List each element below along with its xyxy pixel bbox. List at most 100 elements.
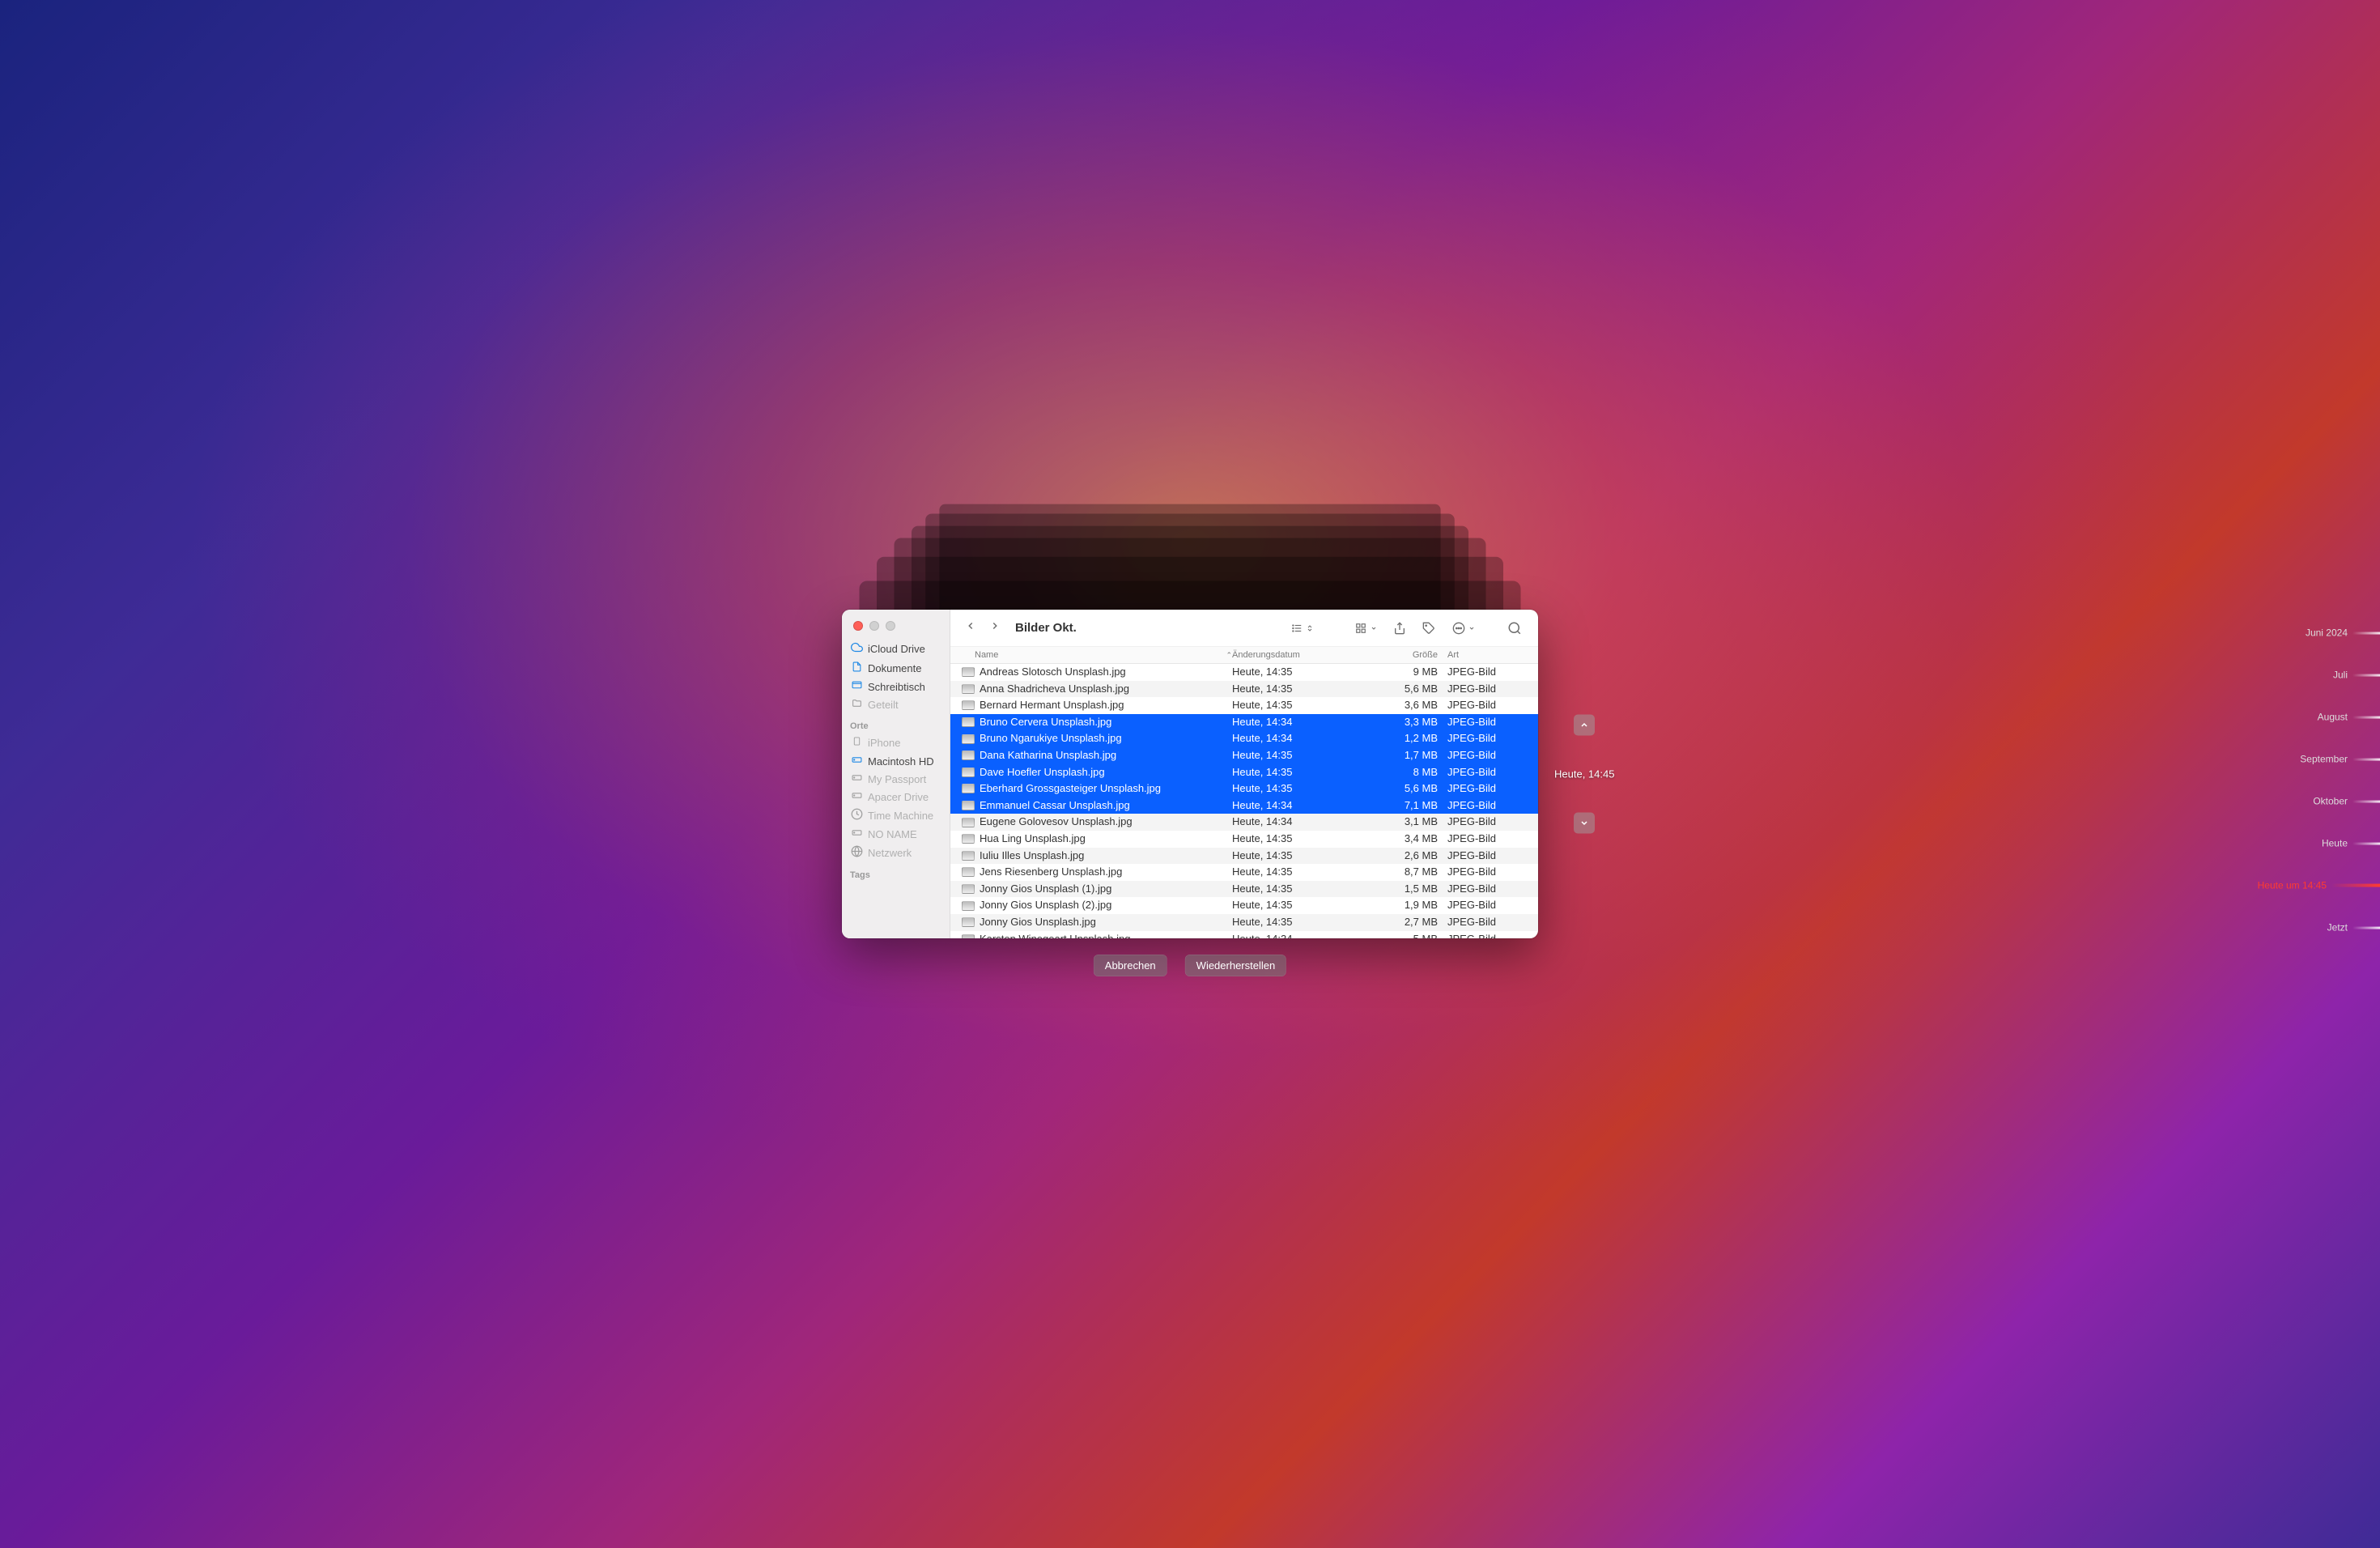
column-header-name[interactable]: Name ⌃ — [975, 650, 1232, 660]
file-modified: Heute, 14:34 — [1232, 731, 1370, 746]
group-button[interactable] — [1349, 623, 1382, 634]
timeline-tick-icon — [2352, 674, 2380, 676]
forward-button[interactable] — [986, 620, 1004, 636]
file-row[interactable]: Jens Riesenberg Unsplash.jpgHeute, 14:35… — [950, 864, 1538, 881]
sidebar-item-schreibtisch[interactable]: Schreibtisch — [842, 678, 950, 695]
file-size: 1,2 MB — [1370, 731, 1443, 746]
timeline-tick-icon — [2352, 842, 2380, 844]
sidebar-item-label: Dokumente — [868, 662, 921, 674]
file-row[interactable]: Jonny Gios Unsplash (1).jpgHeute, 14:351… — [950, 881, 1538, 898]
file-modified: Heute, 14:35 — [1232, 831, 1370, 847]
file-kind: JPEG-Bild — [1443, 915, 1532, 930]
timeline-item[interactable]: Jetzt — [2327, 922, 2380, 933]
sidebar-item-geteilt: Geteilt — [842, 695, 950, 713]
file-name: Andreas Slotosch Unsplash.jpg — [980, 665, 1126, 680]
ext-icon — [850, 827, 863, 840]
timeline-label: Juli — [2333, 670, 2348, 681]
view-mode-button[interactable] — [1285, 623, 1318, 634]
file-name: Jens Riesenberg Unsplash.jpg — [980, 865, 1122, 880]
close-window-button[interactable] — [853, 621, 863, 631]
column-header-size[interactable]: Größe — [1370, 650, 1443, 660]
snapshot-next-button[interactable] — [1574, 813, 1595, 834]
file-row[interactable]: Iuliu Illes Unsplash.jpgHeute, 14:352,6 … — [950, 848, 1538, 865]
file-row[interactable]: Dana Katharina Unsplash.jpgHeute, 14:351… — [950, 747, 1538, 764]
ext-icon — [850, 772, 863, 785]
sidebar-item-label: iCloud Drive — [868, 643, 925, 655]
file-row[interactable]: Emmanuel Cassar Unsplash.jpgHeute, 14:34… — [950, 797, 1538, 814]
timeline-tick-icon — [2352, 632, 2380, 634]
tags-button[interactable] — [1417, 622, 1440, 635]
shared-icon — [850, 698, 863, 711]
ext-icon — [850, 790, 863, 803]
file-row[interactable]: Bruno Cervera Unsplash.jpgHeute, 14:343,… — [950, 714, 1538, 731]
file-row[interactable]: Dave Hoefler Unsplash.jpgHeute, 14:358 M… — [950, 764, 1538, 781]
file-row[interactable]: Hua Ling Unsplash.jpgHeute, 14:353,4 MBJ… — [950, 831, 1538, 848]
minimize-window-button[interactable] — [869, 621, 879, 631]
file-name: Karsten Winegeart Unsplash.jpg — [980, 932, 1130, 939]
file-name: Dave Hoefler Unsplash.jpg — [980, 765, 1105, 780]
file-size: 1,5 MB — [1370, 882, 1443, 897]
timeline-label: August — [2318, 712, 2348, 723]
file-name: Eberhard Grossgasteiger Unsplash.jpg — [980, 781, 1161, 797]
column-header-modified[interactable]: Änderungsdatum — [1232, 650, 1370, 660]
file-row[interactable]: Anna Shadricheva Unsplash.jpgHeute, 14:3… — [950, 681, 1538, 698]
timeline[interactable]: Juni 2024 Juli August September Oktober Heute… — [2258, 627, 2380, 933]
file-name: Anna Shadricheva Unsplash.jpg — [980, 682, 1129, 697]
sidebar-item-label: Geteilt — [868, 699, 899, 711]
file-row[interactable]: Bernard Hermant Unsplash.jpgHeute, 14:35… — [950, 697, 1538, 714]
snapshot-current-label: Heute, 14:45 — [1554, 768, 1614, 780]
timeline-item[interactable]: Juli — [2333, 670, 2380, 681]
file-modified: Heute, 14:35 — [1232, 748, 1370, 763]
sidebar-location-macintosh-hd[interactable]: Macintosh HD — [842, 752, 950, 770]
file-row[interactable]: Bruno Ngarukiye Unsplash.jpgHeute, 14:34… — [950, 730, 1538, 747]
actions-button[interactable] — [1447, 622, 1480, 635]
phone-icon — [850, 735, 863, 750]
file-kind: JPEG-Bild — [1443, 765, 1532, 780]
file-list[interactable]: Andreas Slotosch Unsplash.jpg Heute, 14:3… — [950, 664, 1538, 938]
column-header-kind[interactable]: Art — [1443, 650, 1532, 660]
file-row[interactable]: Eberhard Grossgasteiger Unsplash.jpg Heut… — [950, 780, 1538, 797]
main-content: Bilder Okt. — [950, 610, 1538, 938]
sidebar-item-label: Apacer Drive — [868, 791, 929, 803]
share-button[interactable] — [1388, 622, 1411, 635]
file-thumb-icon — [962, 801, 975, 810]
timeline-item[interactable]: August — [2318, 712, 2380, 723]
timeline-item[interactable]: Oktober — [2313, 796, 2380, 807]
file-size: 5,6 MB — [1370, 682, 1443, 697]
sidebar-item-dokumente[interactable]: Dokumente — [842, 658, 950, 678]
timeline-item[interactable]: Juni 2024 — [2306, 627, 2380, 639]
timeline-item[interactable]: Heute um 14:45 — [2258, 880, 2380, 891]
file-thumb-icon — [962, 684, 975, 694]
snapshot-prev-button[interactable] — [1574, 715, 1595, 736]
cancel-button[interactable]: Abbrechen — [1094, 955, 1167, 976]
timeline-item[interactable]: Heute — [2322, 838, 2380, 849]
timeline-label: September — [2300, 754, 2348, 765]
timeline-item[interactable]: September — [2300, 754, 2380, 765]
file-thumb-icon — [962, 784, 975, 793]
file-name: Bernard Hermant Unsplash.jpg — [980, 698, 1124, 713]
file-kind: JPEG-Bild — [1443, 932, 1532, 939]
file-thumb-icon — [962, 834, 975, 844]
column-headers: Name ⌃ Änderungsdatum Größe Art — [950, 647, 1538, 664]
file-modified: Heute, 14:35 — [1232, 915, 1370, 930]
desktop-icon — [850, 680, 863, 693]
sidebar-item-icloud-drive[interactable]: iCloud Drive — [842, 639, 950, 658]
file-size: 8 MB — [1370, 765, 1443, 780]
sidebar-location-time-machine: Time Machine — [842, 806, 950, 825]
file-row[interactable]: Andreas Slotosch Unsplash.jpgHeute, 14:3… — [950, 664, 1538, 681]
file-row[interactable]: Karsten Winegeart Unsplash.jpgHeute, 14:… — [950, 931, 1538, 939]
file-kind: JPEG-Bild — [1443, 781, 1532, 797]
timeline-label: Heute um 14:45 — [2258, 880, 2327, 891]
file-row[interactable]: Jonny Gios Unsplash (2).jpgHeute, 14:351… — [950, 897, 1538, 914]
restore-button[interactable]: Wiederherstellen — [1185, 955, 1287, 976]
file-row[interactable]: Eugene Golovesov Unsplash.jpgHeute, 14:3… — [950, 814, 1538, 831]
file-modified: Heute, 14:35 — [1232, 781, 1370, 797]
zoom-window-button[interactable] — [886, 621, 895, 631]
back-button[interactable] — [962, 620, 980, 636]
timeline-tick-icon — [2352, 758, 2380, 760]
file-kind: JPEG-Bild — [1443, 882, 1532, 897]
search-button[interactable] — [1502, 621, 1527, 636]
file-row[interactable]: Jonny Gios Unsplash.jpgHeute, 14:352,7 M… — [950, 914, 1538, 931]
sidebar-item-label: Schreibtisch — [868, 681, 925, 693]
sort-indicator-icon: ⌃ — [1226, 651, 1232, 660]
